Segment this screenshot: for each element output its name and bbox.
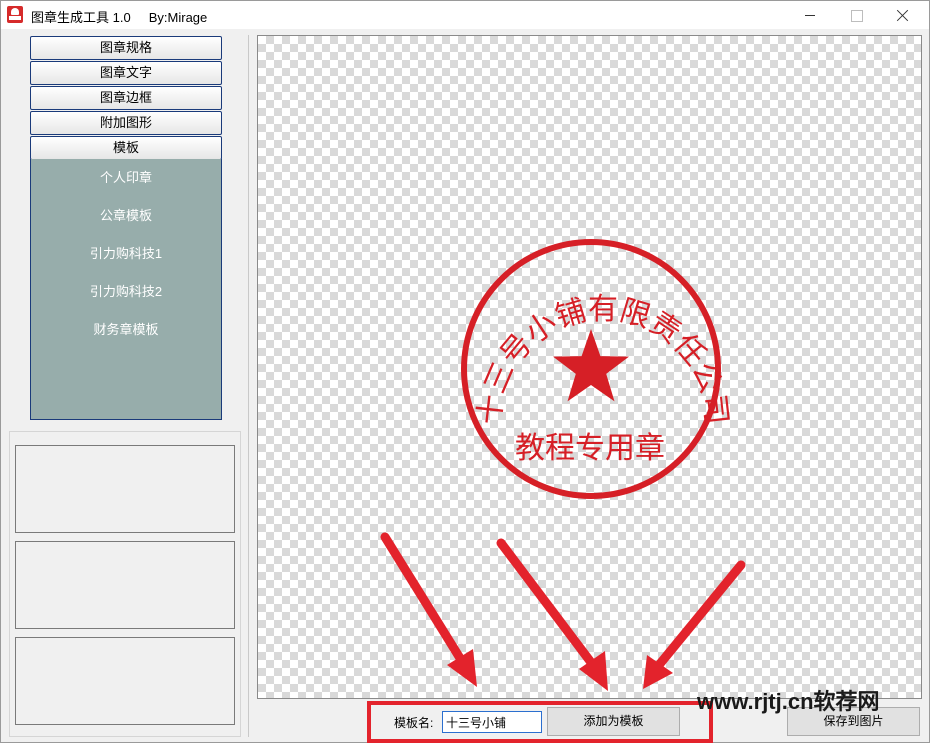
splitter[interactable] xyxy=(248,35,249,737)
template-item-personal[interactable]: 个人印章 xyxy=(31,167,221,189)
app-stamp-icon xyxy=(7,6,23,23)
highlight-box xyxy=(367,701,713,743)
template-item-ylg-1[interactable]: 引力购科技1 xyxy=(31,243,221,265)
template-list-panel: 个人印章 公章模板 引力购科技1 引力购科技2 财务章模板 xyxy=(30,159,222,420)
preview-box-2 xyxy=(15,541,235,629)
template-item-official[interactable]: 公章模板 xyxy=(31,205,221,227)
template-item-ylg-2[interactable]: 引力购科技2 xyxy=(31,281,221,303)
menu-button-template[interactable]: 模板 xyxy=(30,136,222,160)
seal-bottom-text: 教程专用章 xyxy=(515,431,665,466)
preview-box-3 xyxy=(15,637,235,725)
menu-button-border[interactable]: 图章边框 xyxy=(30,86,222,110)
window-title: 图章生成工具 1.0 By:Mirage xyxy=(31,10,208,25)
template-item-finance[interactable]: 财务章模板 xyxy=(31,319,221,341)
seal-star-icon xyxy=(553,329,629,402)
site-watermark: www.rjtj.cn软荐网 xyxy=(697,689,880,714)
seal-canvas[interactable]: 十三号小铺有限责任公司 教程专用章 xyxy=(257,35,922,699)
preview-box-1 xyxy=(15,445,235,533)
app-window: 图章生成工具 1.0 By:Mirage 图章规格 图章文字 图章边框 附加图形… xyxy=(0,0,930,743)
menu-button-spec[interactable]: 图章规格 xyxy=(30,36,222,60)
menu-button-text[interactable]: 图章文字 xyxy=(30,61,222,85)
menu-button-extra-shape[interactable]: 附加图形 xyxy=(30,111,222,135)
maximize-button[interactable] xyxy=(833,1,879,29)
close-button[interactable] xyxy=(879,1,925,29)
title-bar: 图章生成工具 1.0 By:Mirage xyxy=(1,1,929,29)
seal-graphic: 十三号小铺有限责任公司 教程专用章 xyxy=(461,239,734,499)
minimize-button[interactable] xyxy=(787,1,833,29)
